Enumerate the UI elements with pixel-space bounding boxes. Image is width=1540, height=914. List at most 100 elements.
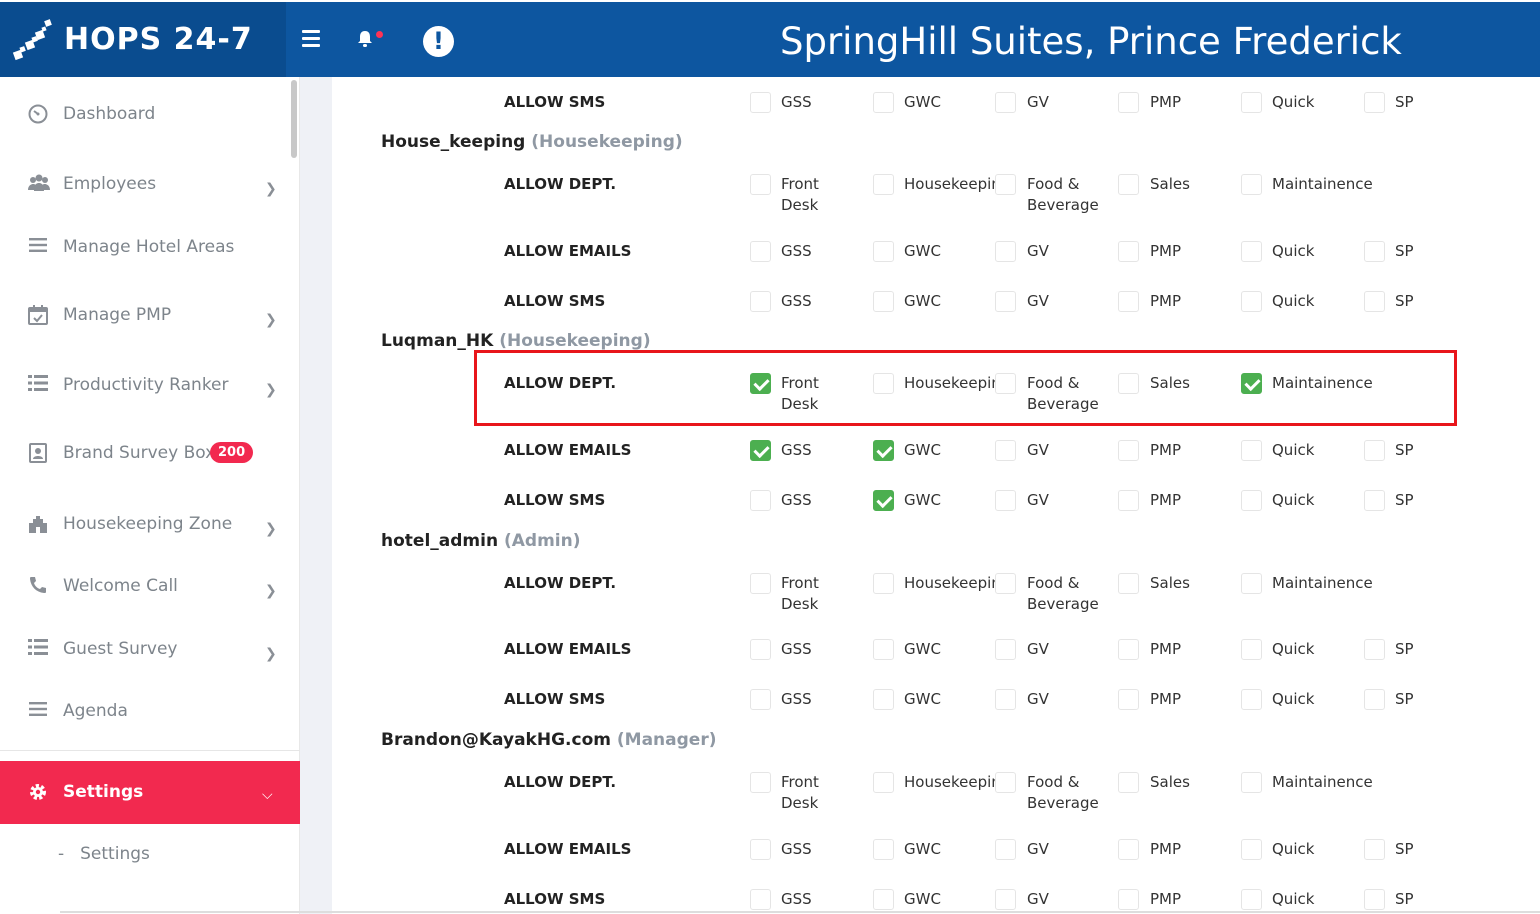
checkbox-gv[interactable] bbox=[995, 889, 1016, 910]
sidebar-item-guest-survey[interactable]: Guest Survey ❯ bbox=[0, 629, 290, 669]
checkbox-dept[interactable] bbox=[750, 174, 771, 195]
checkbox-quick[interactable] bbox=[1241, 889, 1262, 910]
checkbox-pmp[interactable] bbox=[1118, 291, 1139, 312]
calendar-check-icon bbox=[27, 304, 49, 326]
sidebar-item-employees[interactable]: Employees ❯ bbox=[0, 164, 290, 204]
sidebar-item-dashboard[interactable]: Dashboard bbox=[0, 94, 290, 134]
row-label: ALLOW SMS bbox=[504, 690, 606, 708]
checkbox-quick[interactable] bbox=[1241, 291, 1262, 312]
checkbox-pmp[interactable] bbox=[1118, 92, 1139, 113]
checkbox-gv[interactable] bbox=[995, 241, 1016, 262]
checkbox-gv[interactable] bbox=[995, 839, 1016, 860]
checkbox-dept[interactable] bbox=[873, 772, 894, 793]
checkbox-gwc[interactable] bbox=[873, 92, 894, 113]
checkbox-gwc[interactable] bbox=[873, 440, 894, 461]
checkbox-dept[interactable] bbox=[873, 573, 894, 594]
checkbox-dept[interactable] bbox=[1118, 573, 1139, 594]
checkbox-pmp[interactable] bbox=[1118, 490, 1139, 511]
option-label: Maintainence bbox=[1272, 175, 1373, 193]
sidebar-item-productivity-ranker[interactable]: Productivity Ranker ❯ bbox=[0, 365, 290, 405]
sidebar-item-manage-pmp[interactable]: Manage PMP ❯ bbox=[0, 295, 290, 335]
checkbox-gss[interactable] bbox=[750, 639, 771, 660]
row-label: ALLOW DEPT. bbox=[504, 175, 617, 193]
app-logo[interactable]: HOPS 24-7 bbox=[0, 2, 286, 77]
checkbox-sp[interactable] bbox=[1364, 889, 1385, 910]
checkbox-sp[interactable] bbox=[1364, 291, 1385, 312]
checkbox-dept[interactable] bbox=[1241, 573, 1262, 594]
checkbox-sp[interactable] bbox=[1364, 92, 1385, 113]
checkbox-gv[interactable] bbox=[995, 490, 1016, 511]
checkbox-gwc[interactable] bbox=[873, 839, 894, 860]
checkbox-pmp[interactable] bbox=[1118, 241, 1139, 262]
checkbox-gv[interactable] bbox=[995, 689, 1016, 710]
checkbox-gss[interactable] bbox=[750, 889, 771, 910]
checkbox-gss[interactable] bbox=[750, 241, 771, 262]
checkbox-dept[interactable] bbox=[1241, 772, 1262, 793]
checkbox-pmp[interactable] bbox=[1118, 440, 1139, 461]
checkbox-dept[interactable] bbox=[750, 573, 771, 594]
sidebar-scrollbar[interactable] bbox=[291, 80, 297, 158]
checkbox-dept[interactable] bbox=[1118, 174, 1139, 195]
checkbox-gwc[interactable] bbox=[873, 291, 894, 312]
sidebar-item-agenda[interactable]: Agenda bbox=[0, 691, 290, 731]
checkbox-gss[interactable] bbox=[750, 92, 771, 113]
alert-icon[interactable]: ! bbox=[423, 26, 454, 57]
option-label: GSS bbox=[781, 690, 812, 708]
checkbox-dept[interactable] bbox=[873, 174, 894, 195]
sidebar-item-brand-survey-box[interactable]: Brand Survey Box 200 bbox=[0, 433, 290, 473]
checkbox-gss[interactable] bbox=[750, 839, 771, 860]
checkbox-quick[interactable] bbox=[1241, 689, 1262, 710]
checkbox-gv[interactable] bbox=[995, 92, 1016, 113]
checkbox-gv[interactable] bbox=[995, 639, 1016, 660]
checkbox-sp[interactable] bbox=[1364, 440, 1385, 461]
checkbox-quick[interactable] bbox=[1241, 440, 1262, 461]
checkbox-sp[interactable] bbox=[1364, 839, 1385, 860]
sidebar-item-welcome-call[interactable]: Welcome Call ❯ bbox=[0, 566, 290, 606]
checkbox-gwc[interactable] bbox=[873, 889, 894, 910]
sidebar-item-manage-hotel-areas[interactable]: Manage Hotel Areas bbox=[0, 227, 290, 267]
sidebar-item-settings[interactable]: Settings ⌵ bbox=[0, 761, 300, 824]
checkbox-gss[interactable] bbox=[750, 291, 771, 312]
checkbox-gss[interactable] bbox=[750, 490, 771, 511]
checkbox-pmp[interactable] bbox=[1118, 639, 1139, 660]
checkbox-dept[interactable] bbox=[750, 772, 771, 793]
checkbox-dept[interactable] bbox=[995, 573, 1016, 594]
option-label: GWC bbox=[904, 441, 941, 459]
row-label: ALLOW SMS bbox=[504, 890, 606, 908]
option-label: Housekeepin bbox=[904, 773, 995, 791]
notification-bell-icon[interactable] bbox=[356, 30, 374, 53]
checkbox-quick[interactable] bbox=[1241, 92, 1262, 113]
checkbox-quick[interactable] bbox=[1241, 839, 1262, 860]
checkbox-sp[interactable] bbox=[1364, 639, 1385, 660]
checkbox-sp[interactable] bbox=[1364, 689, 1385, 710]
checkbox-sp[interactable] bbox=[1364, 241, 1385, 262]
checkbox-pmp[interactable] bbox=[1118, 839, 1139, 860]
checkbox-gss[interactable] bbox=[750, 440, 771, 461]
checkbox-dept[interactable] bbox=[995, 772, 1016, 793]
checkbox-gv[interactable] bbox=[995, 440, 1016, 461]
checkbox-pmp[interactable] bbox=[1118, 889, 1139, 910]
checkbox-dept[interactable] bbox=[1241, 174, 1262, 195]
sidebar-item-label: Welcome Call bbox=[63, 576, 178, 596]
list-icon bbox=[27, 700, 49, 722]
row-label: ALLOW SMS bbox=[504, 93, 606, 111]
checkbox-gwc[interactable] bbox=[873, 490, 894, 511]
checkbox-gwc[interactable] bbox=[873, 241, 894, 262]
checkbox-dept[interactable] bbox=[1118, 772, 1139, 793]
checkbox-gv[interactable] bbox=[995, 291, 1016, 312]
checkbox-gwc[interactable] bbox=[873, 689, 894, 710]
checkbox-dept[interactable] bbox=[995, 174, 1016, 195]
checkbox-sp[interactable] bbox=[1364, 490, 1385, 511]
hamburger-menu-icon[interactable] bbox=[302, 30, 320, 51]
sidebar-item-housekeeping-zone[interactable]: Housekeeping Zone ❯ bbox=[0, 504, 290, 544]
sidebar-subitem-settings[interactable]: - Settings bbox=[58, 844, 150, 864]
option-label: GV bbox=[1027, 890, 1049, 908]
checkbox-quick[interactable] bbox=[1241, 241, 1262, 262]
row-label: ALLOW DEPT. bbox=[504, 574, 617, 592]
checkbox-quick[interactable] bbox=[1241, 639, 1262, 660]
checkbox-pmp[interactable] bbox=[1118, 689, 1139, 710]
checkbox-gss[interactable] bbox=[750, 689, 771, 710]
checkbox-quick[interactable] bbox=[1241, 490, 1262, 511]
sidebar-subitem-label: Settings bbox=[80, 844, 150, 864]
checkbox-gwc[interactable] bbox=[873, 639, 894, 660]
